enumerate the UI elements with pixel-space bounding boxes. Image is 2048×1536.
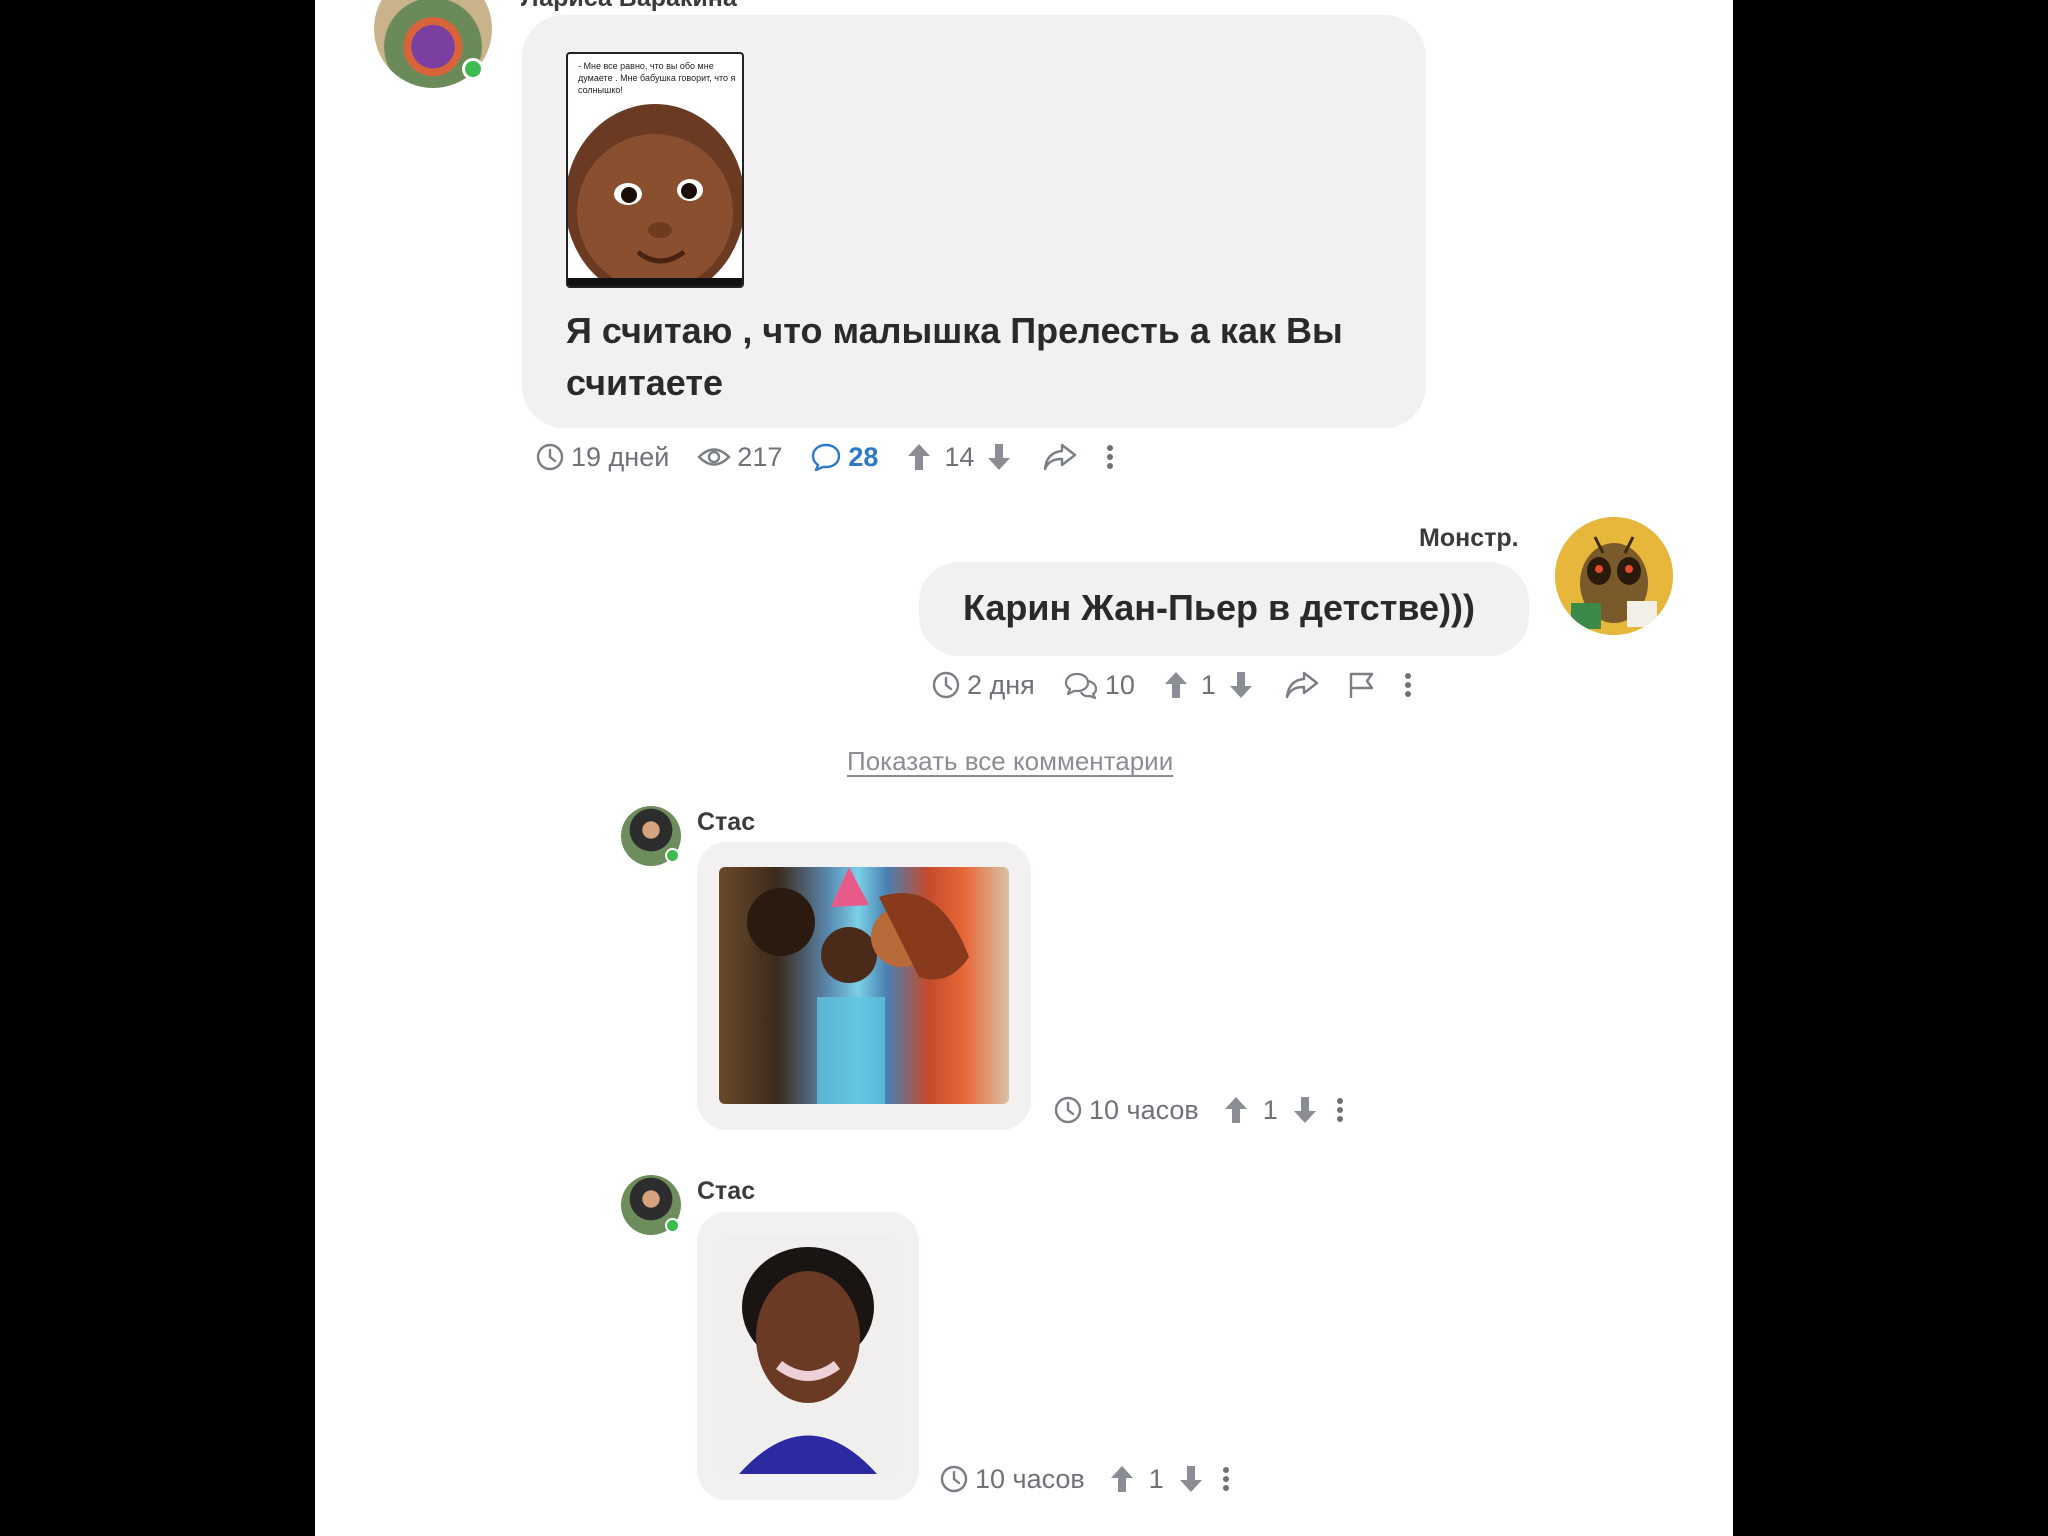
comment-image-bubble [697, 1212, 919, 1500]
reply-replies[interactable]: 10 [1063, 670, 1135, 701]
comment-time: 10 часов [939, 1464, 1085, 1495]
comment-author-name[interactable]: Стас [697, 1177, 755, 1206]
comment-image-bubble [697, 842, 1031, 1130]
family-photo-illustration [747, 867, 969, 1104]
post-views-count: 217 [737, 441, 783, 472]
downvote-arrow-icon[interactable] [1228, 670, 1254, 700]
downvote-arrow-icon[interactable] [1292, 1095, 1318, 1125]
post-time-label: 19 дней [571, 441, 670, 472]
share-icon[interactable] [1042, 442, 1078, 472]
upvote-arrow-icon[interactable] [906, 442, 932, 472]
post-bubble: - Мне все равно, что вы обо мне думаете … [522, 15, 1426, 428]
reply-rating: 1 [1200, 669, 1216, 700]
clock-icon [1054, 1096, 1082, 1124]
online-indicator [462, 58, 484, 80]
monster-avatar-illustration [1555, 517, 1673, 635]
online-indicator [665, 848, 680, 863]
clock-icon [932, 671, 960, 699]
baby-face-illustration [568, 104, 742, 286]
reply-text: Карин Жан-Пьер в детстве))) [963, 587, 1476, 628]
more-options-icon[interactable] [1220, 1464, 1232, 1494]
comment-rating: 1 [1148, 1463, 1164, 1494]
post-author-name[interactable]: Лариса Варакина [521, 0, 737, 13]
family-photo[interactable] [719, 867, 1009, 1104]
reply-time-label: 2 дня [967, 669, 1035, 700]
comment-time: 10 часов [1053, 1095, 1199, 1126]
upvote-arrow-icon[interactable] [1109, 1464, 1135, 1494]
portrait-photo-illustration [739, 1247, 877, 1474]
post-comments-link[interactable]: 28 [810, 442, 878, 473]
more-options-icon[interactable] [1334, 1095, 1346, 1125]
upvote-arrow-icon[interactable] [1223, 1095, 1249, 1125]
more-options-icon[interactable] [1104, 442, 1116, 472]
comment-vote-group: 1 [1109, 1464, 1204, 1495]
more-options-icon[interactable] [1402, 670, 1414, 700]
replies-icon [1064, 672, 1097, 700]
post-comments-count: 28 [848, 441, 879, 472]
comment-thread-page: Лариса Варакина - Мне все равно, что вы … [315, 0, 1733, 1536]
comment-rating: 1 [1262, 1094, 1278, 1125]
reply-time: 2 дня [931, 670, 1035, 701]
post-views: 217 [697, 442, 782, 473]
show-all-comments-link[interactable]: Показать все комментарии [847, 746, 1173, 777]
upvote-arrow-icon[interactable] [1163, 670, 1189, 700]
comment-meta-bar: 10 часов 1 [939, 1459, 1232, 1499]
reply-meta-bar: 2 дня 10 1 [931, 665, 1414, 705]
post-time: 19 дней [535, 442, 669, 473]
flag-icon[interactable] [1346, 670, 1376, 700]
comment-time-label: 10 часов [975, 1463, 1085, 1494]
clock-icon [536, 443, 564, 471]
post-image[interactable]: - Мне все равно, что вы обо мне думаете … [566, 52, 744, 288]
post-meta-bar: 19 дней 217 28 14 [535, 437, 1116, 477]
reply-replies-count: 10 [1104, 669, 1135, 700]
reply-vote-group: 1 [1163, 670, 1254, 701]
downvote-arrow-icon[interactable] [1178, 1464, 1204, 1494]
comment-meta-bar: 10 часов 1 [1053, 1090, 1346, 1130]
post-image-caption: - Мне все равно, что вы обо мне думаете … [578, 61, 736, 95]
reply-author-avatar[interactable] [1555, 517, 1673, 635]
clock-icon [940, 1465, 968, 1493]
online-indicator [665, 1218, 680, 1233]
post-text: Я считаю , что малышка Прелесть а как Вы… [566, 310, 1343, 403]
post-vote-group: 14 [906, 442, 1012, 473]
eye-icon [697, 448, 731, 466]
comment-vote-group: 1 [1223, 1095, 1318, 1126]
downvote-arrow-icon[interactable] [986, 442, 1012, 472]
portrait-photo[interactable] [719, 1237, 897, 1474]
reply-author-name[interactable]: Монстр. [1419, 524, 1519, 553]
comment-time-label: 10 часов [1089, 1094, 1199, 1125]
reply-bubble: Карин Жан-Пьер в детстве))) [919, 562, 1529, 656]
comment-bubble-icon [812, 443, 841, 472]
comment-author-name[interactable]: Стас [697, 808, 755, 837]
share-icon[interactable] [1284, 670, 1320, 700]
post-rating: 14 [944, 441, 975, 472]
